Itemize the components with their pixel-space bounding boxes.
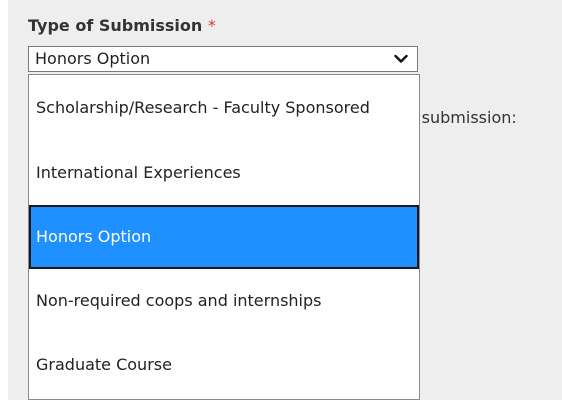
option-honors-option[interactable]: Honors Option [29, 205, 419, 269]
option-international-experiences[interactable]: International Experiences [29, 141, 419, 205]
required-marker: * [207, 16, 216, 35]
field-label-text: Type of Submission [28, 16, 203, 35]
option-non-required-coops[interactable]: Non-required coops and internships [29, 269, 419, 333]
field-label: Type of Submission * [28, 16, 216, 35]
partial-label-text: r submission: [410, 108, 517, 127]
option-scholarship-research[interactable]: Scholarship/Research - Faculty Sponsored [29, 76, 419, 140]
select-value: Honors Option [35, 49, 151, 68]
dropdown-list: Scholarship/Research - Faculty Sponsored… [28, 74, 420, 400]
chevron-down-icon [394, 54, 408, 63]
option-graduate-course[interactable]: Graduate Course [29, 333, 419, 397]
submission-type-select[interactable]: Honors Option [28, 46, 418, 72]
